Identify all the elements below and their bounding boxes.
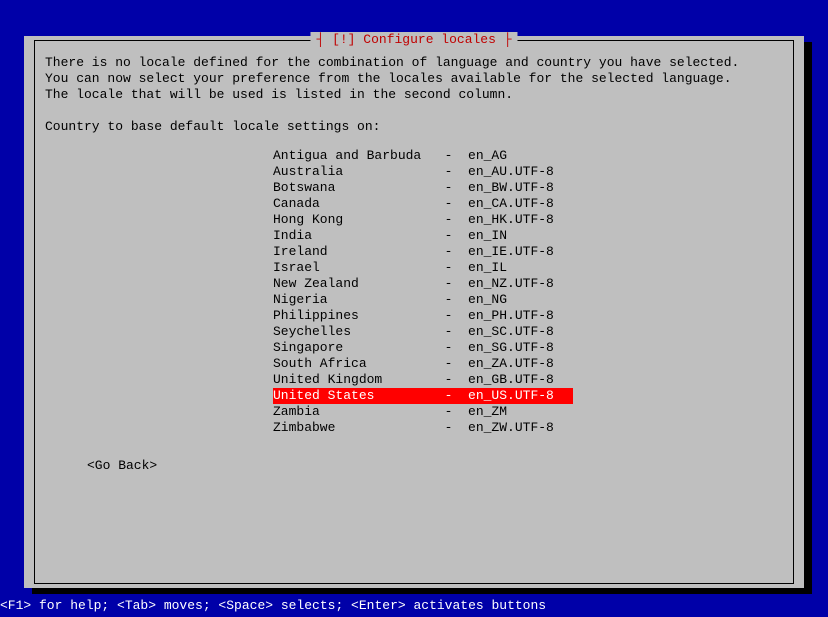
footer-help-text: <F1> for help; <Tab> moves; <Space> sele… <box>0 598 546 613</box>
locale-option[interactable]: United Kingdom - en_GB.UTF-8 <box>273 372 573 388</box>
locale-option[interactable]: Antigua and Barbuda - en_AG <box>273 148 573 164</box>
dialog-prompt: Country to base default locale settings … <box>45 119 783 134</box>
locale-option[interactable]: South Africa - en_ZA.UTF-8 <box>273 356 573 372</box>
locale-option[interactable]: Israel - en_IL <box>273 260 573 276</box>
dialog-border: ┤ [!] Configure locales ├ There is no lo… <box>34 40 794 584</box>
locale-option[interactable]: Singapore - en_SG.UTF-8 <box>273 340 573 356</box>
locale-option[interactable]: United States - en_US.UTF-8 <box>273 388 573 404</box>
locale-option[interactable]: Canada - en_CA.UTF-8 <box>273 196 573 212</box>
locale-option[interactable]: Zambia - en_ZM <box>273 404 573 420</box>
locale-option[interactable]: Philippines - en_PH.UTF-8 <box>273 308 573 324</box>
locale-option[interactable]: Hong Kong - en_HK.UTF-8 <box>273 212 573 228</box>
go-back-button[interactable]: <Go Back> <box>87 458 157 473</box>
locale-option[interactable]: Zimbabwe - en_ZW.UTF-8 <box>273 420 573 436</box>
locale-option[interactable]: Nigeria - en_NG <box>273 292 573 308</box>
dialog-title: ┤ [!] Configure locales ├ <box>310 32 517 47</box>
locale-option[interactable]: Botswana - en_BW.UTF-8 <box>273 180 573 196</box>
locale-option[interactable]: New Zealand - en_NZ.UTF-8 <box>273 276 573 292</box>
locale-option[interactable]: Ireland - en_IE.UTF-8 <box>273 244 573 260</box>
locale-option[interactable]: Australia - en_AU.UTF-8 <box>273 164 573 180</box>
dialog-instructions: There is no locale defined for the combi… <box>45 55 783 103</box>
locale-option[interactable]: Seychelles - en_SC.UTF-8 <box>273 324 573 340</box>
locale-list: Antigua and Barbuda - en_AG Australia - … <box>273 148 783 436</box>
locale-option[interactable]: India - en_IN <box>273 228 573 244</box>
dialog: ┤ [!] Configure locales ├ There is no lo… <box>24 36 804 588</box>
